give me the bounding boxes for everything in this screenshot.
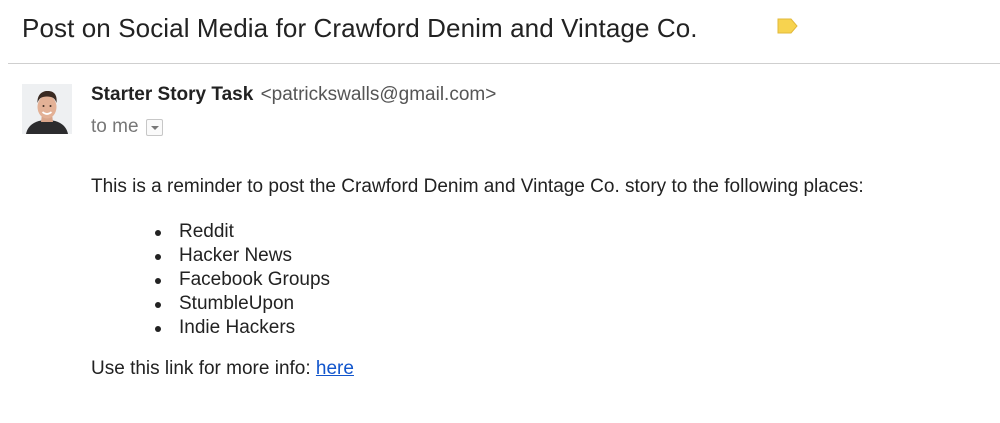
list-item: Hacker News (153, 244, 330, 268)
sender-email[interactable]: <patrickswalls@gmail.com> (261, 84, 497, 105)
more-info-link[interactable]: here (316, 358, 354, 379)
list-item: Facebook Groups (153, 268, 330, 292)
list-item: Reddit (153, 220, 330, 244)
body-intro: This is a reminder to post the Crawford … (91, 176, 864, 197)
sender-line: Starter Story Task <patrickswalls@gmail.… (91, 84, 496, 106)
subject-row: Post on Social Media for Crawford Denim … (22, 8, 698, 48)
link-line: Use this link for more info: here (91, 358, 354, 380)
sender-avatar[interactable] (22, 84, 72, 134)
email-subject: Post on Social Media for Crawford Denim … (22, 12, 698, 43)
label-tag-icon[interactable] (776, 18, 798, 34)
email-view: Post on Social Media for Crawford Denim … (0, 0, 1000, 423)
list-item: StumbleUpon (153, 292, 330, 316)
list-item: Indie Hackers (153, 316, 330, 340)
recipient-line: to me (91, 116, 163, 138)
show-details-dropdown-icon[interactable] (145, 118, 163, 136)
recipient-text: to me (91, 116, 139, 137)
sender-name[interactable]: Starter Story Task (91, 84, 253, 105)
places-list: Reddit Hacker News Facebook Groups Stumb… (153, 220, 330, 340)
link-prefix: Use this link for more info: (91, 358, 316, 379)
avatar-photo (22, 84, 72, 134)
header-divider (8, 63, 1000, 64)
